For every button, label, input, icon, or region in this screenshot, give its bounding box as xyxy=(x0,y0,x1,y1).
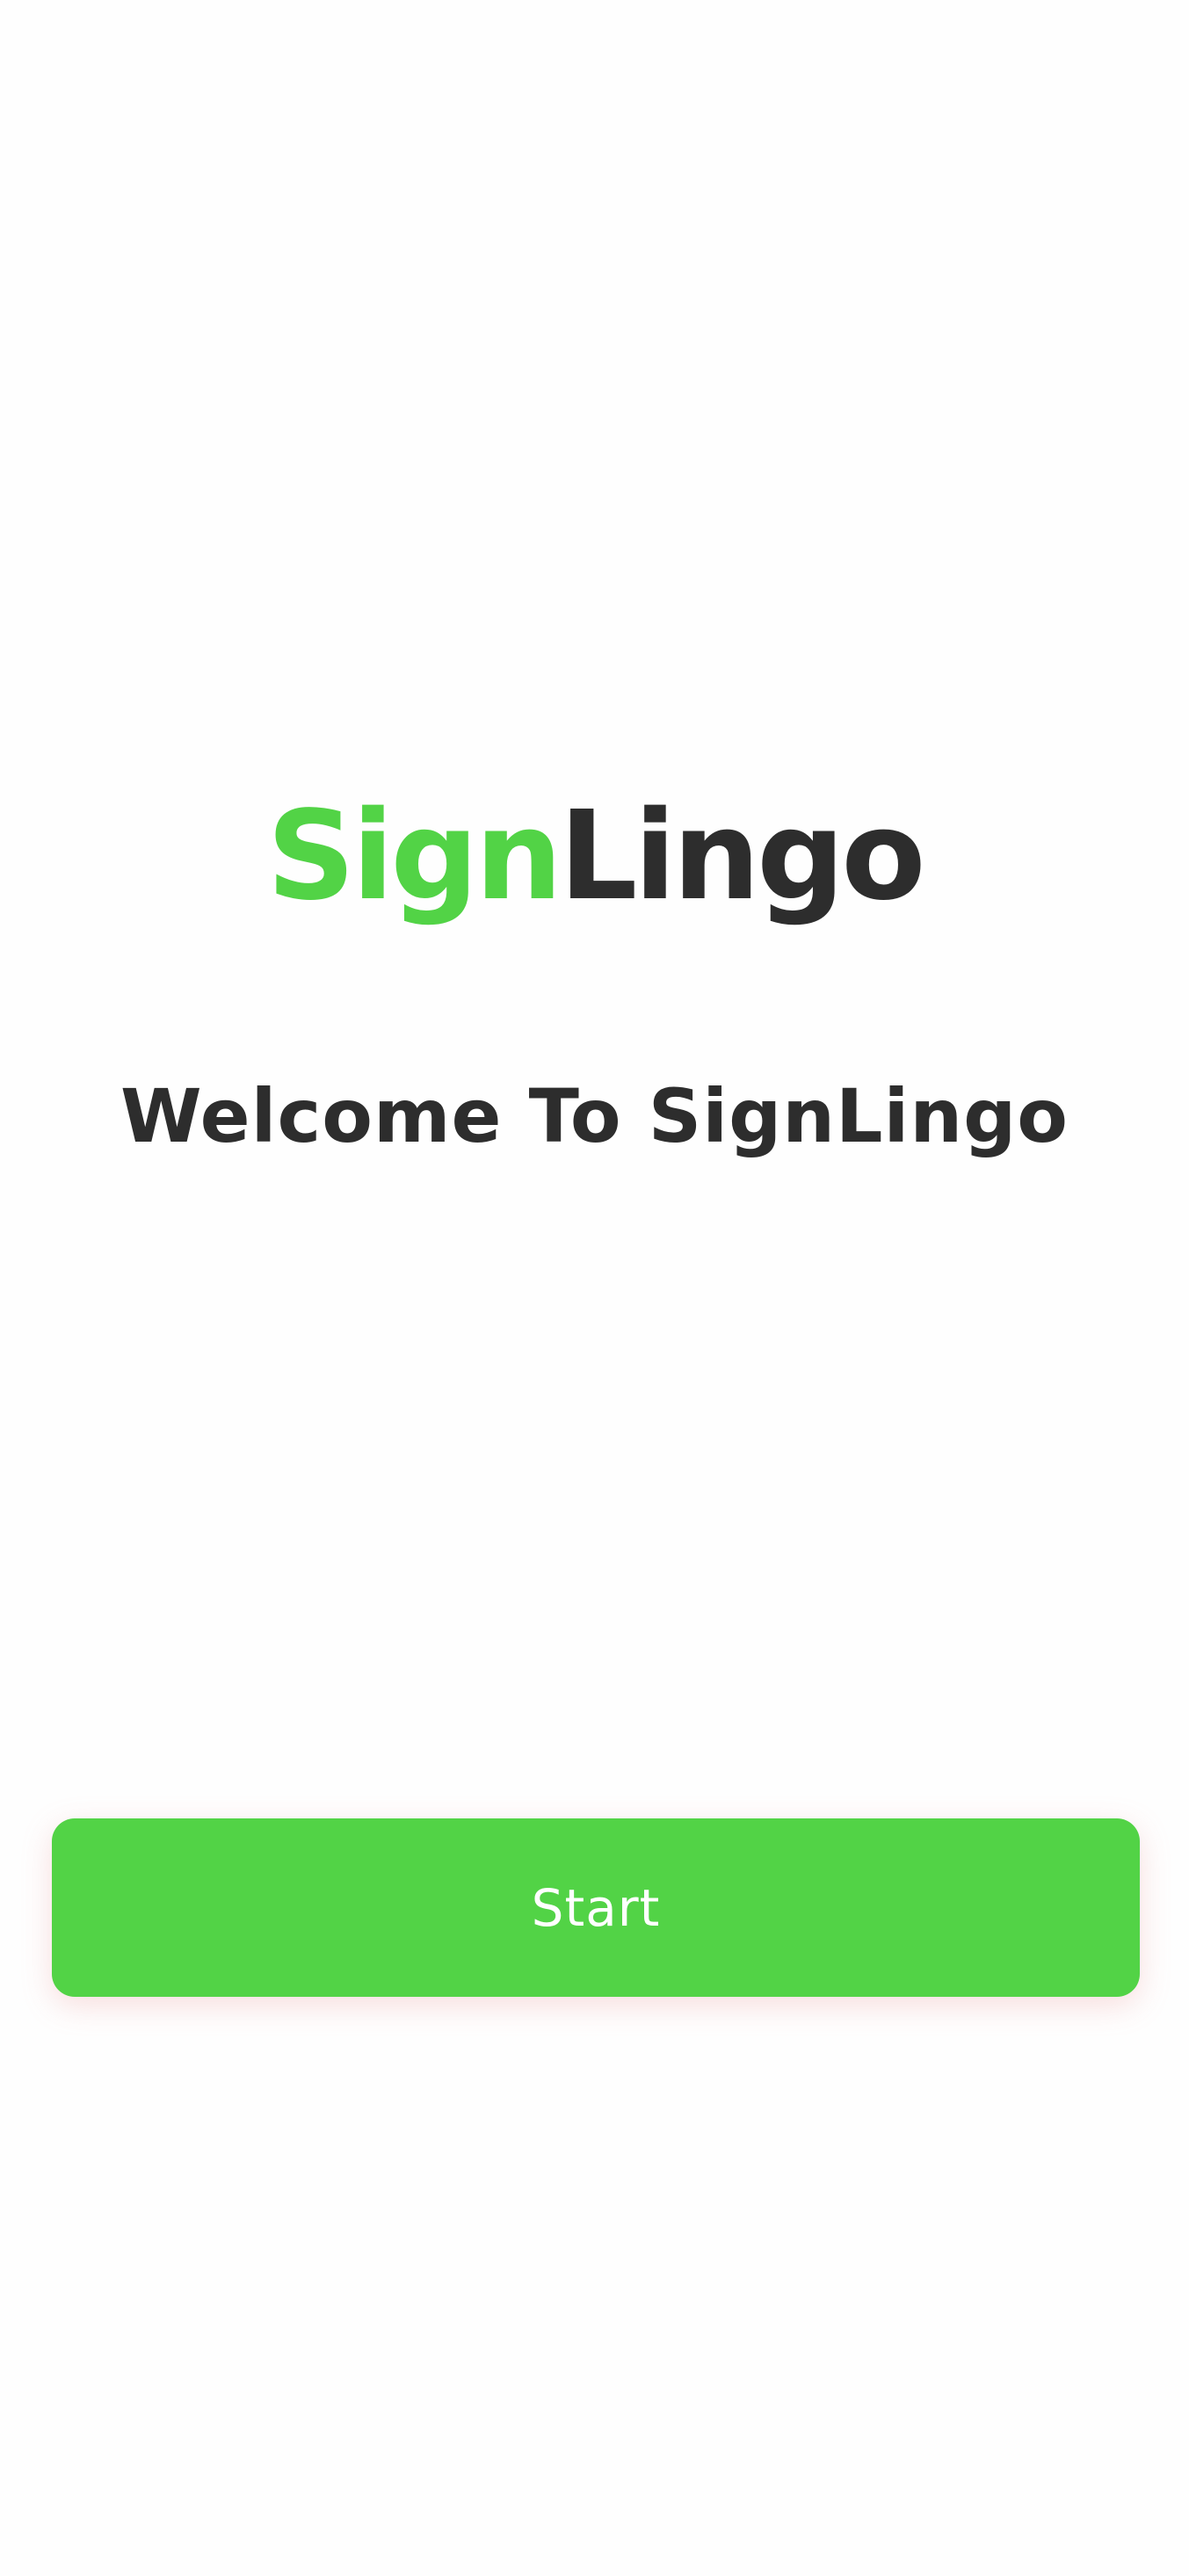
logo-sign-text: Sign xyxy=(266,785,563,928)
app-logo: SignLingo xyxy=(0,778,1189,936)
welcome-screen: SignLingo Welcome To SignLingo Start xyxy=(0,0,1189,2576)
welcome-heading: Welcome To SignLingo xyxy=(120,1073,1069,1159)
start-button[interactable]: Start xyxy=(52,1818,1140,1997)
logo-lingo-text: Lingo xyxy=(559,785,925,928)
start-button-label: Start xyxy=(531,1877,661,1938)
